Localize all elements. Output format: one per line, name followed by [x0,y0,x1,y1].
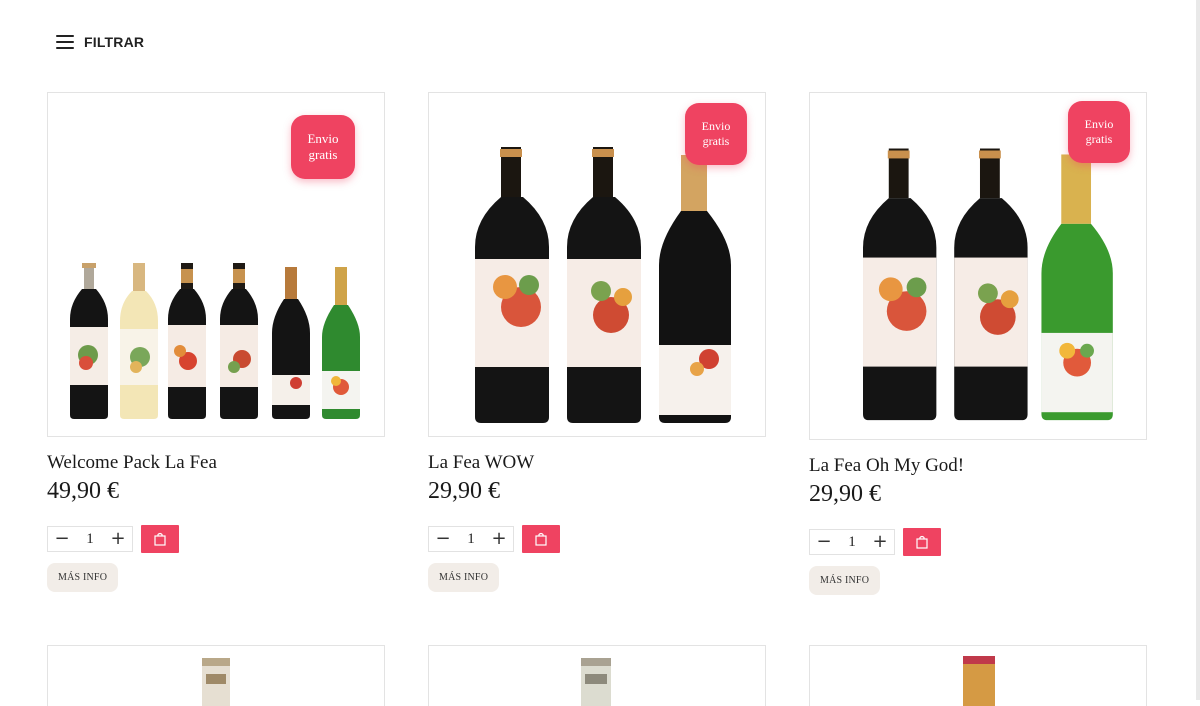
product-name[interactable]: La Fea Oh My God! [809,454,1147,478]
increase-quantity-button[interactable]: + [872,530,888,554]
red-wine-bottle-icon [220,263,258,419]
filter-button[interactable]: FILTRAR [56,34,144,50]
free-shipping-badge: Envio gratis [291,115,355,179]
more-info-button[interactable]: MÁS INFO [47,563,119,592]
add-to-cart-button[interactable] [522,525,560,553]
white-bottle-neck-icon [202,658,230,706]
add-to-cart-row: − 1 + [809,528,1147,556]
add-to-cart-button[interactable] [141,525,179,553]
more-info-button[interactable]: MÁS INFO [809,566,881,595]
product-image[interactable] [809,645,1147,706]
red-wine-bottle-icon [70,263,108,419]
quantity-value[interactable]: 1 [86,531,94,548]
quantity-value[interactable]: 1 [467,531,475,548]
product-price: 49,90 € [47,478,119,504]
shopping-bag-icon [916,535,928,549]
add-to-cart-row: − 1 + [428,525,766,553]
cava-bottle-icon [322,267,360,419]
product-image[interactable] [47,645,385,706]
shopping-bag-icon [535,532,547,546]
product-image[interactable]: Envio gratis [809,92,1147,440]
red-wine-bottle-icon [567,147,641,423]
red-bottle-neck-icon [963,656,995,706]
product-card: Envio gratis Welcome Pack La Fea 49,90 €… [47,92,385,592]
product-image[interactable]: Envio gratis [428,92,766,437]
cava-bottle-icon [1041,154,1113,421]
quantity-stepper: − 1 + [47,526,133,552]
quantity-stepper: − 1 + [809,529,895,555]
free-shipping-badge: Envio gratis [685,103,747,165]
product-name[interactable]: Welcome Pack La Fea [47,451,385,475]
red-wine-bottle-icon [954,148,1028,421]
garnacha-bottle-icon [659,155,731,423]
product-price: 29,90 € [428,478,500,504]
free-shipping-badge: Envio gratis [1068,101,1130,163]
decrease-quantity-button[interactable]: − [435,527,451,551]
quantity-value[interactable]: 1 [848,534,856,551]
filter-label: FILTRAR [84,34,145,50]
product-image[interactable]: Envio gratis [47,92,385,437]
white-bottle-neck-icon [581,658,611,706]
quantity-stepper: − 1 + [428,526,514,552]
add-to-cart-button[interactable] [903,528,941,556]
product-card: Envio gratis La Fea WOW 29,90 € − 1 + MÁ… [428,92,766,592]
add-to-cart-row: − 1 + [47,525,385,553]
shopping-bag-icon [154,532,166,546]
white-wine-bottle-icon [120,263,158,419]
scrollbar-track[interactable] [1196,0,1200,700]
decrease-quantity-button[interactable]: − [816,530,832,554]
hamburger-menu-icon [56,35,74,49]
red-wine-bottle-icon [168,263,206,419]
product-image[interactable] [428,645,766,706]
garnacha-bottle-icon [272,267,310,419]
increase-quantity-button[interactable]: + [491,527,507,551]
red-wine-bottle-icon [475,147,549,423]
increase-quantity-button[interactable]: + [110,527,126,551]
more-info-button[interactable]: MÁS INFO [428,563,500,592]
decrease-quantity-button[interactable]: − [54,527,70,551]
product-price: 29,90 € [809,481,881,507]
product-card: Envio gratis La Fea Oh My God! 29,90 € −… [809,92,1147,595]
red-wine-bottle-icon [863,148,937,421]
product-name[interactable]: La Fea WOW [428,451,766,475]
